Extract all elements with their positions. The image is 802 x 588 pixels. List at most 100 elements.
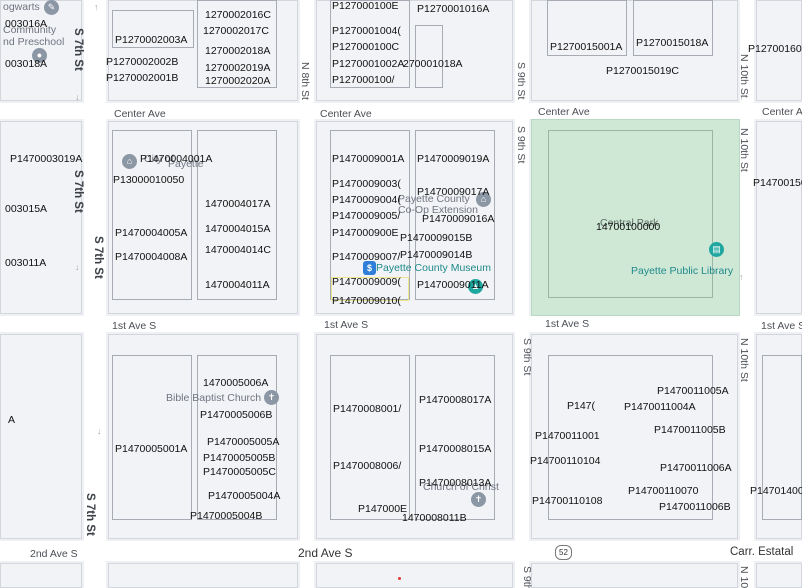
- poi-hogwarts-preschool[interactable]: nd Preschool: [3, 37, 64, 48]
- street-label-1st-ave-s: 1st Ave S: [112, 320, 157, 332]
- parcel-label[interactable]: P1270015018A: [636, 37, 708, 49]
- church-icon[interactable]: ✝: [264, 390, 279, 405]
- parcel-label[interactable]: P1470011005A: [657, 385, 729, 397]
- government-building-icon[interactable]: ⌂: [122, 154, 137, 169]
- parcel-label[interactable]: P1470005005A: [207, 436, 279, 448]
- parcel-label[interactable]: P147(: [567, 400, 595, 412]
- parcel-label[interactable]: P1470009019A: [417, 153, 489, 165]
- parcel-label[interactable]: 1270002016C: [205, 9, 271, 21]
- parcel-label[interactable]: P1470009001A: [332, 153, 404, 165]
- parcel-label[interactable]: P127000100C: [332, 41, 399, 53]
- parcel-label[interactable]: 003016A: [5, 18, 47, 30]
- parcel-label[interactable]: P1270002002B: [106, 56, 178, 68]
- parcel-label[interactable]: P1470008015A: [419, 443, 491, 455]
- parcel-label[interactable]: 1470008011B: [402, 512, 467, 524]
- parcel-label[interactable]: 1270002019A: [205, 62, 270, 74]
- lot-outline: [330, 355, 410, 520]
- parcel-label[interactable]: P1470005006B: [200, 409, 272, 421]
- parcel-label[interactable]: P1470008017A: [419, 394, 491, 406]
- parcel-label[interactable]: P147000900E: [332, 227, 399, 239]
- parcel-label[interactable]: P1470011001: [535, 430, 600, 442]
- parcel-label[interactable]: P1270002003A: [115, 34, 187, 46]
- parcel-label[interactable]: 1270002018A: [205, 45, 270, 57]
- parcel-label[interactable]: P1270015001A: [550, 41, 622, 53]
- business-marker-icon[interactable]: $: [363, 261, 376, 275]
- church-icon[interactable]: ✝: [471, 492, 486, 507]
- parcel-label[interactable]: P1470011005B: [654, 424, 726, 436]
- parcel-label[interactable]: P1470009004(: [332, 194, 401, 206]
- parcel-label[interactable]: P14700110070: [628, 485, 698, 497]
- lot-outline: [112, 355, 192, 520]
- parcel-label[interactable]: P147000E: [358, 503, 407, 515]
- parcel-label[interactable]: P1470009003(: [332, 178, 401, 190]
- parcel-label[interactable]: P1270001016A: [417, 3, 489, 15]
- parcel-label[interactable]: P1470003019A: [10, 153, 82, 165]
- parcel-label[interactable]: P1470005004B: [190, 510, 262, 522]
- parcel-label[interactable]: P1470009011A: [417, 279, 489, 291]
- street-label-carr-estatal: Carr. Estatal: [730, 546, 794, 558]
- parcel-label[interactable]: P14700110108: [532, 495, 602, 507]
- parcel-label[interactable]: P1470009014B: [400, 249, 472, 261]
- parcel-label[interactable]: P14701400: [750, 485, 802, 497]
- parcel-label[interactable]: 1470005006A: [203, 377, 268, 389]
- parcel-label[interactable]: 1270002020A: [205, 75, 270, 87]
- street-label-s-9th-st: S 9th St: [515, 62, 527, 100]
- parcel-label[interactable]: P1470011004A: [624, 401, 696, 413]
- parcel-label[interactable]: P1470004001A: [140, 153, 212, 165]
- parcel-label[interactable]: P14700110104: [530, 455, 600, 467]
- parcel-label[interactable]: 1470004015A: [205, 223, 270, 235]
- parcel-label[interactable]: P1470008013A: [419, 477, 491, 489]
- lot-outline: [415, 25, 443, 88]
- block: [756, 563, 802, 588]
- parcel-label[interactable]: 1470004017A: [205, 198, 270, 210]
- parcel-label[interactable]: P1470009009(: [332, 276, 401, 288]
- parcel-label[interactable]: P1470009015B: [400, 232, 472, 244]
- poi-payette-public-library[interactable]: Payette Public Library: [631, 266, 733, 277]
- parcel-label[interactable]: P1470005004A: [208, 490, 280, 502]
- parcel-label[interactable]: P1470009016A: [422, 213, 494, 225]
- map-canvas[interactable]: S 7th St S 7th St S 7th St S 7th St N 8t…: [0, 0, 802, 588]
- street-label-center-ave: Center Ave: [538, 106, 590, 118]
- parcel-label[interactable]: P1470005005B: [203, 452, 275, 464]
- parcel-label[interactable]: P14700150: [753, 177, 802, 189]
- school-icon[interactable]: ✎: [44, 0, 59, 15]
- poi-hogwarts[interactable]: ogwarts: [3, 2, 40, 13]
- parcel-label[interactable]: P1470009007/: [332, 251, 400, 263]
- parcel-label[interactable]: P1470009010(: [332, 295, 401, 307]
- road-2nd-ave-s: [0, 541, 802, 561]
- street-label-center-ave: Center Ave: [320, 108, 372, 120]
- parcel-label[interactable]: P1470004008A: [115, 251, 187, 263]
- parcel-label[interactable]: P1470008001/: [333, 403, 401, 415]
- oneway-arrow-icon: ↑: [739, 92, 744, 102]
- parcel-label[interactable]: P1270002001B: [106, 72, 178, 84]
- parcel-label[interactable]: P1470009017A: [417, 186, 489, 198]
- parcel-label[interactable]: P127000100/: [332, 74, 394, 86]
- oneway-arrow-icon: ↓: [97, 426, 102, 436]
- parcel-label[interactable]: P1470011006A: [660, 462, 732, 474]
- poi-payette-county-museum[interactable]: Payette County Museum: [376, 263, 491, 274]
- parcel-label[interactable]: 003015A: [5, 203, 47, 215]
- parcel-label[interactable]: 003011A: [5, 257, 46, 269]
- parcel-label[interactable]: P1470005005C: [203, 466, 276, 478]
- parcel-label[interactable]: P1270001004(: [332, 25, 401, 37]
- parcel-label[interactable]: A: [8, 414, 15, 426]
- parcel-label[interactable]: P1470011006B: [659, 501, 731, 513]
- parcel-label[interactable]: P1470005001A: [115, 443, 187, 455]
- parcel-label[interactable]: P1470004005A: [115, 227, 187, 239]
- parcel-label[interactable]: 003018A: [5, 58, 47, 70]
- parcel-label[interactable]: P1270001002A: [332, 58, 404, 70]
- parcel-label[interactable]: P127000100E: [332, 0, 399, 12]
- parcel-label[interactable]: 14700100000: [596, 221, 660, 233]
- parcel-label[interactable]: 270001018A: [403, 58, 463, 70]
- parcel-label[interactable]: 1470004014C: [205, 244, 271, 256]
- parcel-label[interactable]: 1270002017C: [203, 25, 269, 37]
- parcel-label[interactable]: P1470008006/: [333, 460, 401, 472]
- library-icon[interactable]: ▤: [709, 242, 724, 257]
- street-label-s-9th-st: S 9th St: [515, 126, 527, 164]
- poi-bible-baptist-church[interactable]: Bible Baptist Church: [166, 393, 261, 404]
- parcel-label[interactable]: P13000010050: [113, 174, 184, 186]
- parcel-label[interactable]: P1470009005/: [332, 210, 400, 222]
- parcel-label[interactable]: P1270015019C: [606, 65, 679, 77]
- parcel-label[interactable]: 1470004011A: [205, 279, 270, 291]
- parcel-label[interactable]: P12700160: [748, 43, 802, 55]
